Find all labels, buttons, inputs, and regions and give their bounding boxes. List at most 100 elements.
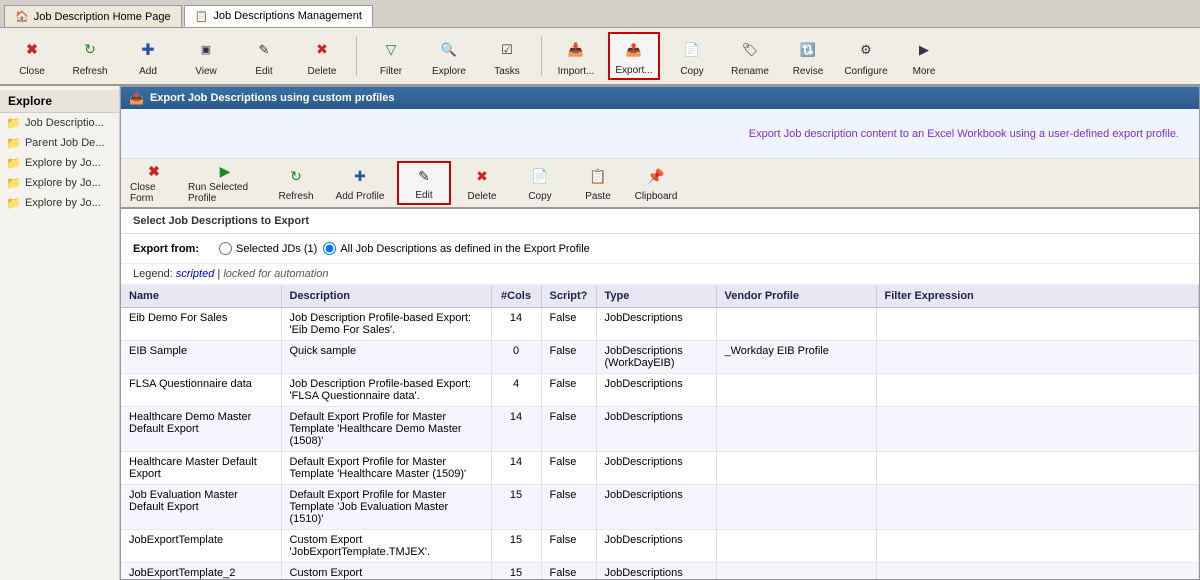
- cell-cols-5: 15: [491, 485, 541, 530]
- export-from-label: Export from:: [133, 243, 199, 255]
- sidebar-item-label-1: Parent Job De...: [25, 137, 105, 149]
- tab-bar: 🏠 Job Description Home Page 📋 Job Descri…: [0, 0, 1200, 28]
- explore-icon: 🔍: [435, 36, 463, 64]
- more-button[interactable]: ▶ More: [898, 32, 950, 80]
- cell-name-1: EIB Sample: [121, 341, 281, 374]
- filter-button[interactable]: ▽ Filter: [365, 32, 417, 80]
- rename-button[interactable]: 🏷 Rename: [724, 32, 776, 80]
- sidebar-item-1[interactable]: 📁 Parent Job De...: [0, 133, 119, 153]
- more-label: More: [913, 66, 936, 77]
- radio-selected-jds-input[interactable]: [219, 242, 232, 255]
- legend-prefix: Legend:: [133, 268, 173, 280]
- cell-desc-3: Default Export Profile for Master Templa…: [281, 407, 491, 452]
- dialog-clipboard-button[interactable]: 📌 Clipboard: [629, 161, 683, 205]
- sidebar-item-0[interactable]: 📁 Job Descriptio...: [0, 113, 119, 133]
- refresh-button[interactable]: ↻ Refresh: [64, 32, 116, 80]
- sidebar-title: Explore: [0, 90, 119, 113]
- view-icon: ▣: [192, 36, 220, 64]
- tasks-icon: ☑: [493, 36, 521, 64]
- view-button[interactable]: ▣ View: [180, 32, 232, 80]
- dialog-run-selected-button[interactable]: ▶ Run Selected Profile: [185, 161, 265, 205]
- table-row[interactable]: FLSA Questionnaire data Job Description …: [121, 374, 1199, 407]
- revise-button[interactable]: 🔃 Revise: [782, 32, 834, 80]
- dialog-paste-button[interactable]: 📋 Paste: [571, 161, 625, 205]
- cell-script-1: False: [541, 341, 596, 374]
- folder-icon-4: 📁: [6, 196, 21, 210]
- sidebar-item-4[interactable]: 📁 Explore by Jo...: [0, 193, 119, 213]
- tab-job-descriptions-management[interactable]: 📋 Job Descriptions Management: [184, 5, 373, 27]
- table-row[interactable]: Job Evaluation Master Default Export Def…: [121, 485, 1199, 530]
- close-icon: ✖: [18, 36, 46, 64]
- dialog-refresh-button[interactable]: ↻ Refresh: [269, 161, 323, 205]
- cell-desc-5: Default Export Profile for Master Templa…: [281, 485, 491, 530]
- export-from-row: Export from: Selected JDs (1) All Job De…: [121, 234, 1199, 264]
- radio-selected-jds-label[interactable]: Selected JDs (1): [236, 243, 317, 255]
- cell-script-2: False: [541, 374, 596, 407]
- tasks-button[interactable]: ☑ Tasks: [481, 32, 533, 80]
- configure-icon: ⚙: [852, 36, 880, 64]
- tab-job-description-home[interactable]: 🏠 Job Description Home Page: [4, 5, 182, 27]
- export-icon: 📤: [620, 36, 648, 63]
- dialog-description: Export Job description content to an Exc…: [121, 109, 1199, 159]
- sidebar-item-label-3: Explore by Jo...: [25, 177, 101, 189]
- dialog-close-form-button[interactable]: ✖ Close Form: [127, 161, 181, 205]
- cell-name-3: Healthcare Demo Master Default Export: [121, 407, 281, 452]
- dialog-delete-button[interactable]: ✖ Delete: [455, 161, 509, 205]
- dialog-add-profile-label: Add Profile: [336, 191, 385, 202]
- col-header-cols: #Cols: [491, 285, 541, 308]
- copy-button[interactable]: 📄 Copy: [666, 32, 718, 80]
- explore-button[interactable]: 🔍 Explore: [423, 32, 475, 80]
- import-icon: 📥: [562, 36, 590, 64]
- close-button[interactable]: ✖ Close: [6, 32, 58, 80]
- sidebar-item-label-2: Explore by Jo...: [25, 157, 101, 169]
- configure-button[interactable]: ⚙ Configure: [840, 32, 892, 80]
- export-button[interactable]: 📤 Export...: [608, 32, 660, 80]
- dialog-titlebar: 📤 Export Job Descriptions using custom p…: [121, 87, 1199, 109]
- cell-vendor-3: [716, 407, 876, 452]
- sidebar-item-3[interactable]: 📁 Explore by Jo...: [0, 173, 119, 193]
- table-row[interactable]: Healthcare Master Default Export Default…: [121, 452, 1199, 485]
- edit-button[interactable]: ✎ Edit: [238, 32, 290, 80]
- table-container[interactable]: Name Description #Cols Script? Type Vend…: [121, 285, 1199, 579]
- table-header-row: Name Description #Cols Script? Type Vend…: [121, 285, 1199, 308]
- cell-type-0: JobDescriptions: [596, 308, 716, 341]
- sidebar-item-label-0: Job Descriptio...: [25, 117, 104, 129]
- radio-selected-jds[interactable]: Selected JDs (1): [219, 242, 317, 255]
- sidebar-item-2[interactable]: 📁 Explore by Jo...: [0, 153, 119, 173]
- dialog-add-profile-button[interactable]: ✚ Add Profile: [327, 161, 393, 205]
- table-row[interactable]: JobExportTemplate Custom Export 'JobExpo…: [121, 530, 1199, 563]
- dialog-copy-icon: 📄: [528, 165, 552, 189]
- import-button[interactable]: 📥 Import...: [550, 32, 602, 80]
- dialog-copy-label: Copy: [528, 191, 551, 202]
- refresh-label: Refresh: [72, 66, 107, 77]
- dialog-edit-button[interactable]: ✎ Edit: [397, 161, 451, 205]
- cell-type-2: JobDescriptions: [596, 374, 716, 407]
- dialog-copy-button[interactable]: 📄 Copy: [513, 161, 567, 205]
- cell-desc-6: Custom Export 'JobExportTemplate.TMJEX'.: [281, 530, 491, 563]
- rename-icon: 🏷: [736, 36, 764, 64]
- cell-desc-2: Job Description Profile-based Export: 'F…: [281, 374, 491, 407]
- radio-group: Selected JDs (1) All Job Descriptions as…: [219, 242, 590, 255]
- cell-cols-4: 14: [491, 452, 541, 485]
- copy-icon: 📄: [678, 36, 706, 64]
- cell-vendor-4: [716, 452, 876, 485]
- table-row[interactable]: JobExportTemplate_2 Custom Export 'JobEx…: [121, 563, 1199, 580]
- radio-all-jds-label[interactable]: All Job Descriptions as defined in the E…: [340, 243, 589, 255]
- filter-label: Filter: [380, 66, 402, 77]
- table-row[interactable]: Eib Demo For Sales Job Description Profi…: [121, 308, 1199, 341]
- cell-filter-4: [876, 452, 1199, 485]
- more-icon: ▶: [910, 36, 938, 64]
- dialog-title: Export Job Descriptions using custom pro…: [150, 92, 394, 104]
- dialog-edit-label: Edit: [415, 190, 432, 201]
- delete-label: Delete: [308, 66, 337, 77]
- radio-all-jds[interactable]: All Job Descriptions as defined in the E…: [323, 242, 589, 255]
- view-label: View: [195, 66, 217, 77]
- cell-filter-1: [876, 341, 1199, 374]
- add-button[interactable]: ✚ Add: [122, 32, 174, 80]
- delete-button[interactable]: ✖ Delete: [296, 32, 348, 80]
- revise-label: Revise: [793, 66, 824, 77]
- table-row[interactable]: EIB Sample Quick sample 0 False JobDescr…: [121, 341, 1199, 374]
- table-row[interactable]: Healthcare Demo Master Default Export De…: [121, 407, 1199, 452]
- radio-all-jds-input[interactable]: [323, 242, 336, 255]
- dialog-refresh-icon: ↻: [284, 165, 308, 189]
